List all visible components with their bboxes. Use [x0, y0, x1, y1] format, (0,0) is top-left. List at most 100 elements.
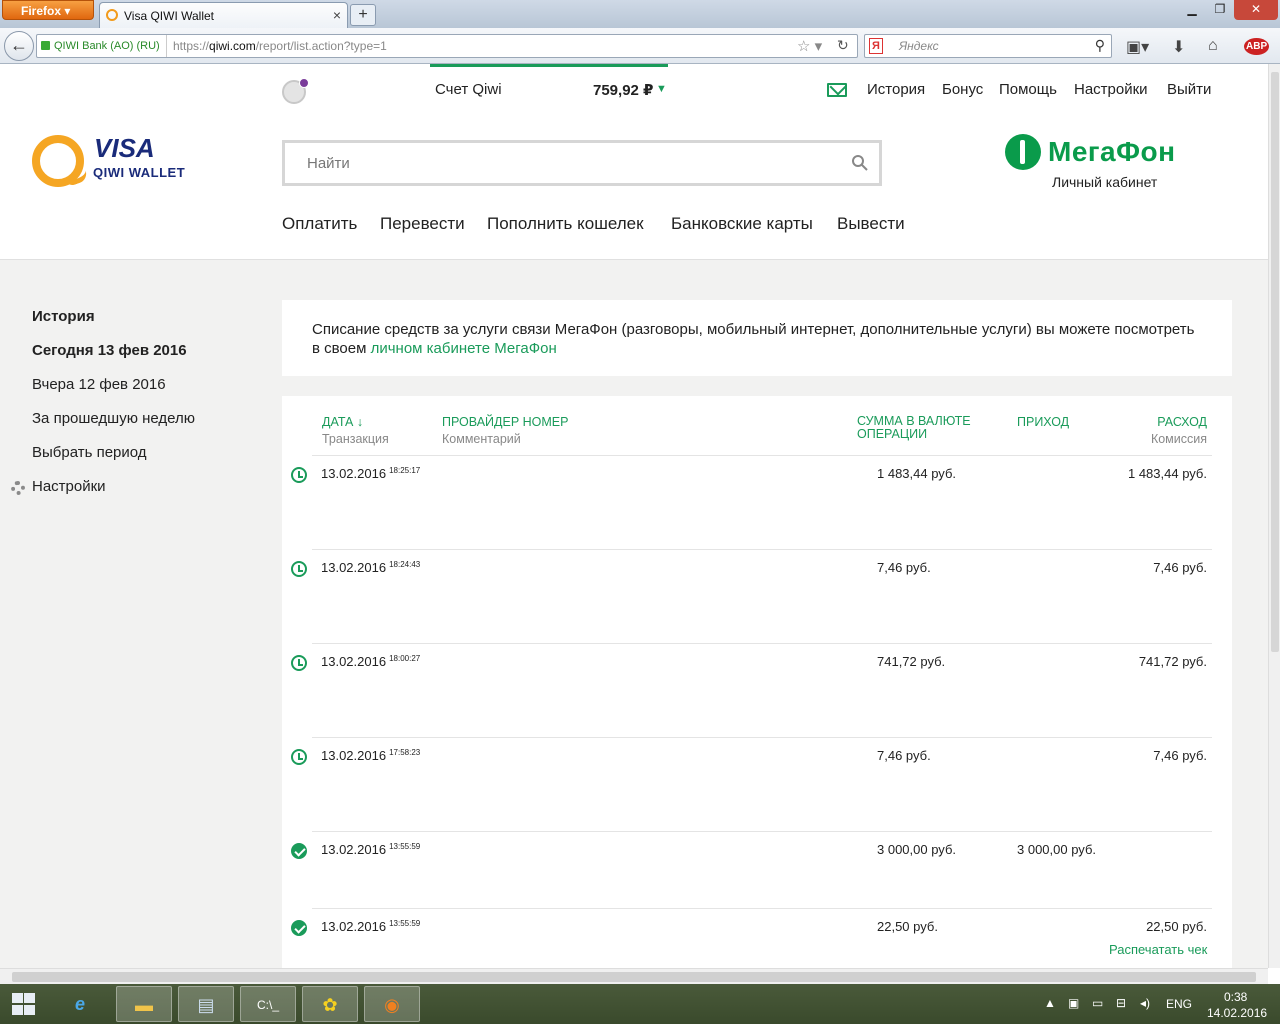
notice-link[interactable]: личном кабинете МегаФон	[371, 340, 557, 357]
sidebar-item-last-week[interactable]: За прошедшую неделю	[32, 410, 195, 427]
search-icon[interactable]: ⚲	[1095, 37, 1105, 54]
account-label[interactable]: Счет Qiwi	[435, 81, 502, 98]
action-center-icon[interactable]: ▭	[1092, 996, 1103, 1010]
gear-icon[interactable]	[11, 481, 25, 495]
account-accent-bar	[430, 64, 668, 67]
site-search	[282, 140, 882, 186]
system-tray: ▲ ▣ ▭ ⊟ ◂) ENG 0:38 14.02.2016	[1040, 984, 1280, 1024]
pending-clock-icon	[291, 749, 307, 765]
search-icon[interactable]	[851, 154, 869, 172]
downloads-icon[interactable]: ⬇	[1172, 37, 1185, 57]
row-date: 13.02.2016 18:24:43	[321, 560, 421, 575]
start-button[interactable]	[10, 992, 36, 1016]
balance-dropdown-icon[interactable]: ▼	[656, 83, 667, 95]
row-date: 13.02.2016 18:00:27	[321, 654, 421, 669]
tab-visa-qiwi-wallet[interactable]: Visa QIWI Wallet ×	[99, 2, 348, 28]
network-icon[interactable]: ⊟	[1116, 996, 1126, 1010]
command-prompt-icon[interactable]: C:\_	[240, 986, 296, 1022]
internet-explorer-icon[interactable]: e	[52, 986, 108, 1022]
control-panel-icon[interactable]: ▤	[178, 986, 234, 1022]
url-text: https://qiwi.com/report/list.action?type…	[173, 39, 387, 53]
main-nav-transfer[interactable]: Перевести	[380, 214, 465, 234]
bookmarks-menu-icon[interactable]: ▣▾	[1126, 37, 1149, 57]
vertical-scrollbar-thumb[interactable]	[1271, 72, 1279, 652]
show-hidden-icons-icon[interactable]: ▲	[1044, 996, 1056, 1010]
megafon-logo-icon	[1005, 134, 1041, 170]
lock-icon	[41, 41, 50, 50]
logo-wallet-text: QIWI WALLET	[93, 165, 186, 180]
close-window-button[interactable]: ✕	[1234, 0, 1278, 20]
browser-navbar: ← QIWI Bank (AO) (RU) https://qiwi.com/r…	[0, 28, 1280, 64]
table-header-divider	[312, 455, 1212, 456]
sidebar-item-settings[interactable]: Настройки	[32, 478, 106, 495]
clock-time[interactable]: 0:38	[1224, 990, 1247, 1004]
web-page: Счет Qiwi 759,92 ₽ ▼ История Бонус Помощ…	[0, 64, 1268, 968]
windows-logo-pane	[12, 1005, 23, 1015]
firefox-menu-button[interactable]: Firefox ▾	[2, 0, 94, 20]
row-amount: 7,46 руб.	[877, 748, 931, 763]
row-divider	[312, 831, 1212, 832]
network-monitor-icon[interactable]: ▣	[1068, 996, 1079, 1010]
account-balance[interactable]: 759,92 ₽	[593, 81, 653, 99]
site-identity-button[interactable]: QIWI Bank (AO) (RU)	[41, 35, 167, 57]
success-check-icon	[291, 920, 307, 936]
top-nav-history[interactable]: История	[867, 81, 925, 98]
row-amount: 7,46 руб.	[877, 560, 931, 575]
horizontal-scrollbar-thumb[interactable]	[12, 972, 1256, 982]
search-input[interactable]	[285, 143, 845, 183]
row-divider	[312, 737, 1212, 738]
back-button[interactable]: ←	[4, 31, 34, 61]
row-date: 13.02.2016 17:58:23	[321, 748, 421, 763]
language-indicator[interactable]: ENG	[1166, 997, 1192, 1011]
megafon-notice: Списание средств за услуги связи МегаФон…	[282, 300, 1232, 376]
avatar-badge-icon	[299, 78, 309, 88]
volume-icon[interactable]: ◂)	[1140, 996, 1150, 1010]
search-engine-placeholder: Яндекс	[899, 39, 939, 53]
windows-logo-pane	[12, 993, 23, 1003]
bookmark-star-icon[interactable]: ☆ ▾	[797, 37, 822, 55]
transactions-table: ДАТА ↓ Транзакция ПРОВАЙДЕР НОМЕР Коммен…	[282, 396, 1232, 968]
column-header-provider: ПРОВАЙДЕР НОМЕР	[442, 415, 569, 429]
main-nav-withdraw[interactable]: Вывести	[837, 214, 905, 234]
mail-icon[interactable]	[827, 83, 847, 97]
top-nav-help[interactable]: Помощь	[999, 81, 1057, 98]
home-icon[interactable]: ⌂	[1208, 37, 1218, 55]
adblock-icon[interactable]: ABP	[1244, 38, 1270, 55]
minimize-button[interactable]: ▁	[1178, 0, 1206, 20]
column-header-expense: РАСХОД	[1157, 415, 1207, 429]
sidebar-item-today[interactable]: Сегодня 13 фев 2016	[32, 342, 187, 359]
avatar[interactable]	[282, 78, 309, 104]
column-header-date[interactable]: ДАТА ↓	[322, 415, 363, 429]
column-header-income: ПРИХОД	[1017, 415, 1070, 429]
windows-logo-pane	[24, 993, 35, 1003]
new-tab-button[interactable]: +	[350, 4, 376, 26]
firefox-taskbar-icon[interactable]: ◉	[364, 986, 420, 1022]
yandex-icon[interactable]: Я	[869, 38, 883, 54]
browser-titlebar: Firefox ▾ Visa QIWI Wallet × + ▁ ❐ ✕	[0, 0, 1280, 28]
vertical-scrollbar[interactable]	[1268, 64, 1280, 968]
megafon-cabinet-link[interactable]: Личный кабинет	[1052, 174, 1157, 190]
top-nav-settings[interactable]: Настройки	[1074, 81, 1148, 98]
print-receipt-link[interactable]: Распечатать чек	[1109, 942, 1207, 957]
row-amount: 3 000,00 руб.	[877, 842, 957, 857]
main-nav-pay[interactable]: Оплатить	[282, 214, 357, 234]
success-check-icon	[291, 843, 307, 859]
clock-date[interactable]: 14.02.2016	[1207, 1006, 1267, 1020]
main-nav-topup[interactable]: Пополнить кошелек	[487, 214, 644, 234]
horizontal-scrollbar[interactable]	[0, 968, 1268, 984]
reload-icon[interactable]: ↻	[837, 37, 849, 54]
main-nav-bank-cards[interactable]: Банковские карты	[671, 214, 813, 234]
row-expense: 22,50 руб.	[1146, 919, 1207, 934]
row-income: 3 000,00 руб.	[1017, 842, 1097, 857]
tab-close-icon[interactable]: ×	[333, 7, 341, 23]
sidebar-item-yesterday[interactable]: Вчера 12 фев 2016	[32, 376, 166, 393]
sidebar-item-choose-period[interactable]: Выбрать период	[32, 444, 147, 461]
maximize-button[interactable]: ❐	[1206, 0, 1234, 20]
top-nav-bonus[interactable]: Бонус	[942, 81, 983, 98]
file-explorer-icon[interactable]: ▬	[116, 986, 172, 1022]
bloom-app-icon[interactable]: ✿	[302, 986, 358, 1022]
browser-search-bar[interactable]: Я Яндекс ⚲	[864, 34, 1112, 58]
top-nav-logout[interactable]: Выйти	[1167, 81, 1211, 98]
row-expense: 7,46 руб.	[1153, 560, 1207, 575]
url-bar[interactable]: QIWI Bank (AO) (RU) https://qiwi.com/rep…	[36, 34, 858, 58]
